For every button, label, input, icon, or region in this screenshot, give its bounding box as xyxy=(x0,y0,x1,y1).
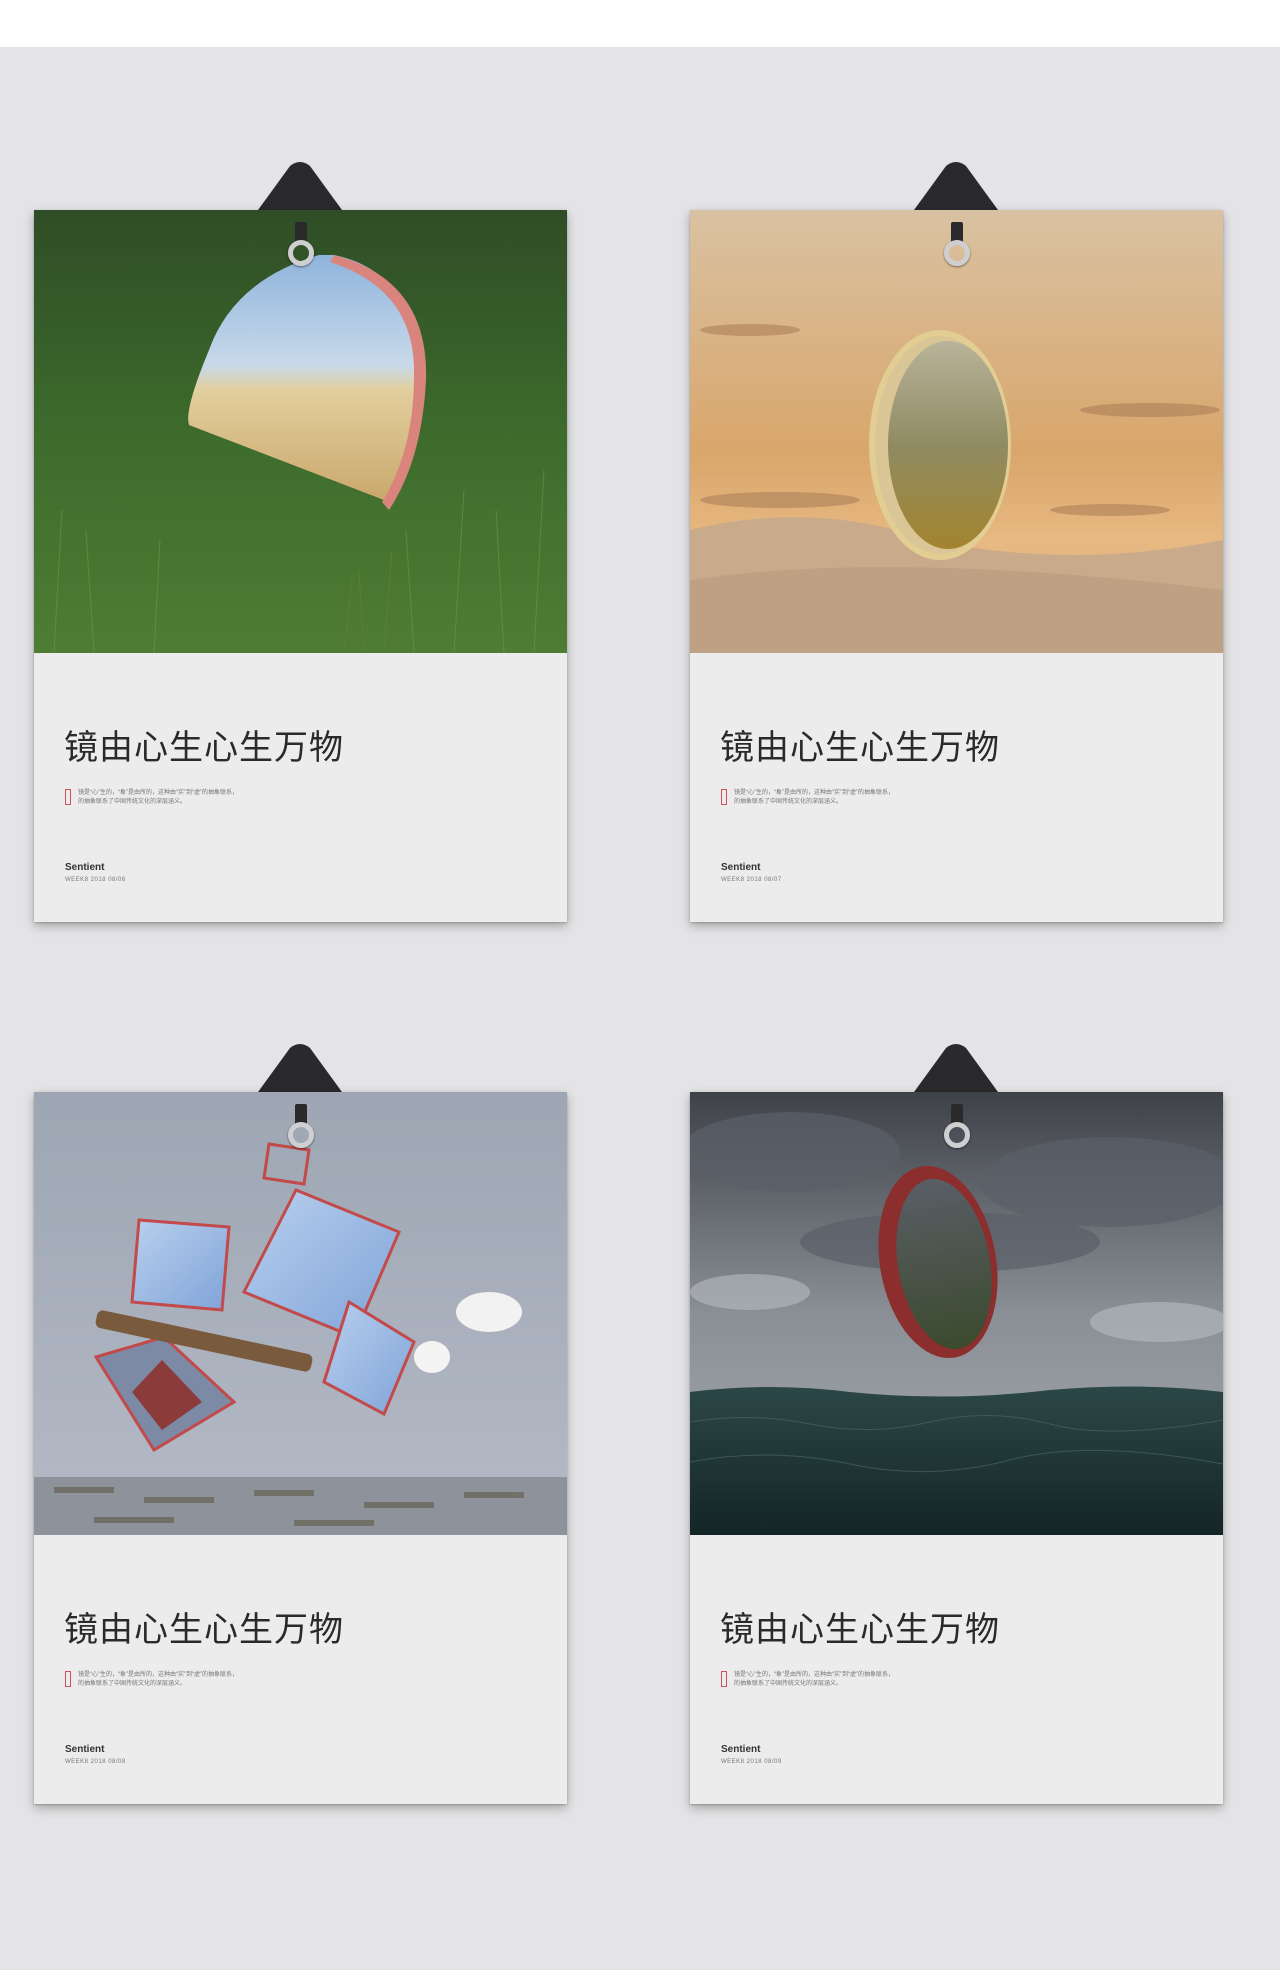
photo-grass-mirror xyxy=(34,210,567,653)
brand-name: Sentient xyxy=(721,862,761,873)
desc-line: 的抽象联系了中国传统文化的深层涵义。 xyxy=(734,1681,843,1687)
hanger-clip xyxy=(906,160,1006,210)
poster-sea: 镜由心生心生万物 镜是“心”生的，“象”是由所的，这种由“实”到“虚”的抽象联系… xyxy=(690,1092,1223,1804)
desc-line: 镜是“心”生的，“象”是由所的，这种由“实”到“虚”的抽象联系， xyxy=(734,790,894,796)
desc-line: 的抽象联系了中国传统文化的深层涵义。 xyxy=(78,1681,187,1687)
poster-title: 镜由心生心生万物 xyxy=(64,728,344,768)
hanger-clip xyxy=(250,160,350,210)
poster-grass: 镜由心生心生万物 镜是“心”生的，“象”是由所的，这种由“实”到“虚”的抽象联系… xyxy=(34,210,567,922)
poster-description: 镜是“心”生的，“象”是由所的，这种由“实”到“虚”的抽象联系， 的抽象联系了中… xyxy=(734,1671,1034,1689)
brand-name: Sentient xyxy=(65,862,105,873)
poster-title: 镜由心生心生万物 xyxy=(720,1610,1000,1650)
photo-sea-mirror xyxy=(690,1092,1223,1535)
poster-meta: WEEK8 2018 08/09 xyxy=(721,1759,782,1765)
brand-name: Sentient xyxy=(65,1744,105,1755)
poster-description: 镜是“心”生的，“象”是由所的，这种由“实”到“虚”的抽象联系， 的抽象联系了中… xyxy=(78,1671,378,1689)
brand-name: Sentient xyxy=(721,1744,761,1755)
hanging-ring xyxy=(943,240,970,266)
accent-mark xyxy=(721,789,727,805)
photo-floating-mirrors xyxy=(34,1092,567,1535)
accent-mark xyxy=(65,789,71,805)
desc-line: 镜是“心”生的，“象”是由所的，这种由“实”到“虚”的抽象联系， xyxy=(78,1672,238,1678)
poster-meta: WEEK8 2018 08/06 xyxy=(65,877,126,883)
hanging-ring xyxy=(287,240,314,266)
poster-title: 镜由心生心生万物 xyxy=(720,728,1000,768)
desc-line: 镜是“心”生的，“象”是由所的，这种由“实”到“虚”的抽象联系， xyxy=(78,790,238,796)
poster-description: 镜是“心”生的，“象”是由所的，这种由“实”到“虚”的抽象联系， 的抽象联系了中… xyxy=(734,789,1034,807)
desc-line: 的抽象联系了中国传统文化的深层涵义。 xyxy=(78,799,187,805)
poster-title: 镜由心生心生万物 xyxy=(64,1610,344,1650)
photo-desert-mirror xyxy=(690,210,1223,653)
hanger-clip xyxy=(906,1042,1006,1092)
poster-meta: WEEK8 2018 08/08 xyxy=(65,1759,126,1765)
poster-description: 镜是“心”生的，“象”是由所的，这种由“实”到“虚”的抽象联系， 的抽象联系了中… xyxy=(78,789,378,807)
hanger-clip xyxy=(250,1042,350,1092)
accent-mark xyxy=(65,1671,71,1687)
desc-line: 的抽象联系了中国传统文化的深层涵义。 xyxy=(734,799,843,805)
desc-line: 镜是“心”生的，“象”是由所的，这种由“实”到“虚”的抽象联系， xyxy=(734,1672,894,1678)
accent-mark xyxy=(721,1671,727,1687)
poster-desert: 镜由心生心生万物 镜是“心”生的，“象”是由所的，这种由“实”到“虚”的抽象联系… xyxy=(690,210,1223,922)
hanging-ring xyxy=(943,1122,970,1148)
poster-meta: WEEK8 2018 08/07 xyxy=(721,877,782,883)
hanging-ring xyxy=(287,1122,314,1148)
poster-concrete: 镜由心生心生万物 镜是“心”生的，“象”是由所的，这种由“实”到“虚”的抽象联系… xyxy=(34,1092,567,1804)
